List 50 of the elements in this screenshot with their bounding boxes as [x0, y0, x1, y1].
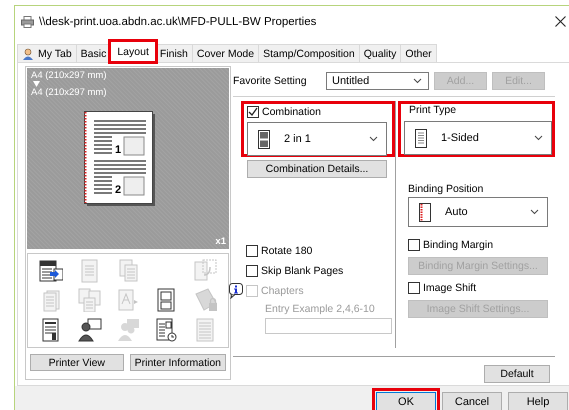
dialog-button[interactable]: Help — [508, 392, 568, 410]
binding-dropdown[interactable]: Auto — [408, 197, 548, 227]
combination-dropdown[interactable]: 2 in 1 — [247, 122, 387, 156]
tab[interactable]: My Tab — [17, 44, 77, 62]
down-arrow-icon — [33, 81, 40, 87]
page-number: 2 — [115, 184, 122, 196]
details-button[interactable]: Combination Details... — [247, 160, 387, 178]
close-icon[interactable] — [555, 16, 566, 27]
favorite-label: Favorite Setting — [233, 75, 308, 87]
caret-icon — [369, 136, 378, 142]
setting-label[interactable]: Binding Margin — [423, 239, 494, 251]
checkbox[interactable] — [246, 265, 258, 277]
preview-button[interactable]: Printer View — [30, 354, 124, 371]
tab[interactable]: Layout — [110, 41, 156, 62]
user-screen-icon[interactable] — [78, 318, 102, 342]
preview-button[interactable]: Printer Information — [130, 354, 226, 371]
dialog-button[interactable]: Cancel — [442, 392, 502, 410]
tab[interactable]: Other — [400, 44, 437, 62]
printer-icon — [21, 16, 34, 28]
binding-label: Binding Position — [408, 183, 484, 195]
combination-label[interactable]: Combination — [262, 106, 321, 118]
checkbox[interactable] — [246, 245, 258, 257]
tab[interactable]: Cover Mode — [192, 44, 260, 62]
caret-icon — [413, 78, 422, 84]
setting-label[interactable]: Image Shift — [423, 282, 476, 294]
checkbox[interactable] — [247, 106, 259, 118]
print-type-label: Print Type — [408, 104, 458, 118]
two-page-icon — [258, 130, 270, 148]
page-number: 1 — [115, 144, 122, 156]
page-icon — [415, 128, 427, 148]
binding-page-icon — [419, 202, 431, 222]
copy-count: x1 — [215, 236, 226, 247]
hint-text: Entry Example 2,4,6-10 — [265, 303, 376, 315]
caret-icon — [530, 209, 539, 215]
checkbox[interactable] — [408, 282, 420, 294]
checkbox[interactable] — [408, 239, 420, 251]
paper-size: A4 (210x297 mm) — [31, 87, 108, 98]
paper-size: A4 (210x297 mm) — [31, 70, 108, 81]
default-button[interactable]: Default — [484, 365, 550, 383]
person-icon — [22, 48, 34, 60]
document-clock-icon[interactable] — [154, 318, 178, 342]
option-label[interactable]: Skip Blank Pages — [261, 265, 344, 277]
print-type-dropdown[interactable]: 1-Sided — [404, 121, 552, 155]
tab[interactable]: Quality — [358, 44, 402, 62]
caret-icon — [534, 135, 543, 141]
tab[interactable]: Stamp/Composition — [258, 44, 360, 62]
window-title: \\desk-print.uoa.abdn.ac.uk\MFD-PULL-BW Properties — [39, 16, 318, 28]
favorite-dropdown[interactable]: Untitled — [326, 72, 429, 90]
device-icon[interactable] — [39, 258, 64, 283]
option-label[interactable]: Rotate 180 — [261, 245, 312, 257]
